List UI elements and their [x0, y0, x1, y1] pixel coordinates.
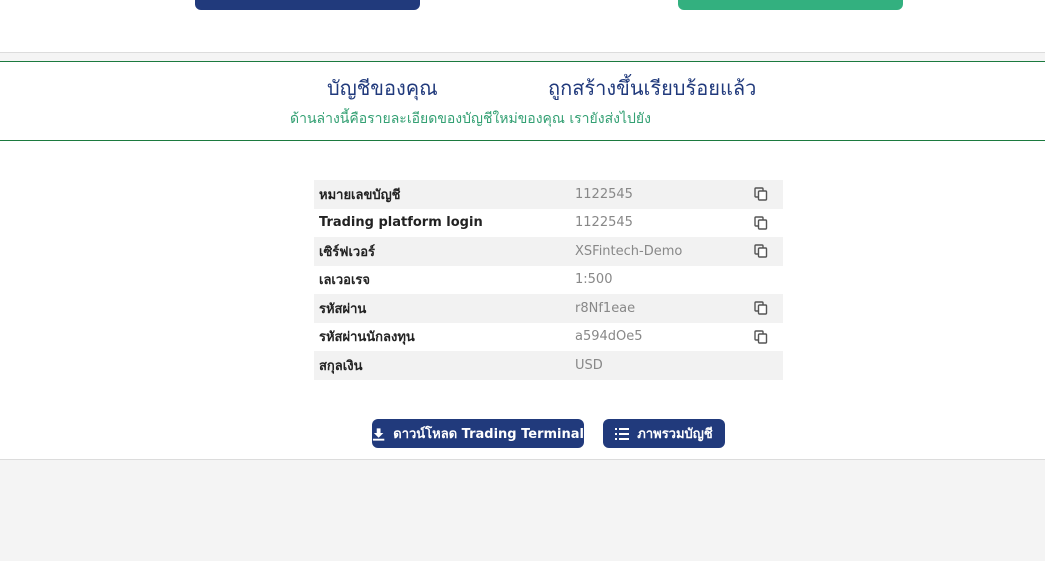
- title-part-1: บัญชีของคุณ: [327, 76, 438, 100]
- detail-label: สกุลเงิน: [319, 358, 363, 374]
- detail-row: รหัสผ่าน r8Nf1eae: [314, 294, 783, 323]
- title-part-2: ถูกสร้างขึ้นเรียบร้อยแล้ว: [548, 76, 757, 100]
- detail-row: เซิร์ฟเวอร์ XSFintech-Demo: [314, 237, 783, 266]
- detail-row: เลเวอเรจ 1:500: [314, 266, 783, 295]
- page-title: บัญชีของคุณ ถูกสร้างขึ้นเรียบร้อยแล้ว: [0, 72, 1045, 100]
- top-right-button[interactable]: [678, 0, 903, 10]
- list-icon: [615, 427, 630, 440]
- account-overview-label: ภาพรวมบัญชี: [637, 427, 713, 442]
- account-details-table: หมายเลขบัญชี 1122545 Trading platform logi…: [314, 180, 783, 380]
- detail-label: เซิร์ฟเวอร์: [319, 244, 375, 260]
- detail-row: รหัสผ่านนักลงทุน a594dOe5: [314, 323, 783, 352]
- detail-label: รหัสผ่านนักลงทุน: [319, 330, 415, 346]
- download-terminal-button[interactable]: ดาวน์โหลด Trading Terminal: [372, 419, 584, 448]
- download-icon: [372, 427, 385, 441]
- detail-value: 1122545: [575, 215, 633, 231]
- download-terminal-label: ดาวน์โหลด Trading Terminal: [393, 427, 584, 442]
- copy-icon[interactable]: [754, 244, 768, 258]
- divider: [0, 140, 1045, 141]
- detail-value: XSFintech-Demo: [575, 243, 683, 259]
- subtitle: ด้านล่างนี้คือรายละเอียดของบัญชีใหม่ของค…: [290, 111, 651, 127]
- detail-label: รหัสผ่าน: [319, 301, 367, 317]
- top-section: [0, 0, 1045, 53]
- account-overview-button[interactable]: ภาพรวมบัญชี: [603, 419, 725, 448]
- copy-icon[interactable]: [754, 329, 768, 344]
- detail-value: r8Nf1eae: [575, 300, 636, 316]
- detail-row: สกุลเงิน USD: [314, 351, 783, 380]
- copy-icon[interactable]: [754, 215, 768, 230]
- account-created-card: บัญชีของคุณ ถูกสร้างขึ้นเรียบร้อยแล้ว ด้…: [0, 61, 1045, 460]
- copy-icon[interactable]: [754, 187, 768, 201]
- detail-label: Trading platform login: [319, 215, 483, 231]
- detail-value: USD: [575, 357, 603, 373]
- detail-label: เลเวอเรจ: [319, 273, 371, 289]
- detail-label: หมายเลขบัญชี: [319, 187, 401, 203]
- detail-value: 1122545: [575, 186, 633, 202]
- detail-row: Trading platform login 1122545: [314, 209, 783, 238]
- detail-value: 1:500: [575, 272, 613, 288]
- detail-row: หมายเลขบัญชี 1122545: [314, 180, 783, 209]
- top-left-button[interactable]: [195, 0, 420, 10]
- copy-icon[interactable]: [754, 301, 768, 315]
- detail-value: a594dOe5: [575, 329, 643, 345]
